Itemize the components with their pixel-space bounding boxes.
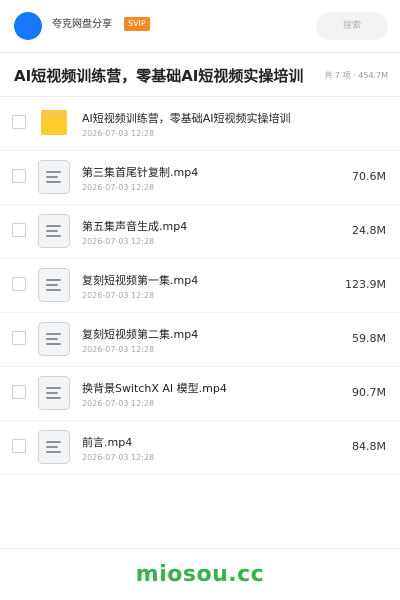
row-checkbox[interactable] — [12, 439, 26, 453]
svip-badge: SVIP — [124, 17, 150, 31]
folder-title-bar: AI短视频训练营，零基础AI短视频实操培训 共 7 项 · 454.7M — [0, 56, 400, 97]
folder-icon — [38, 106, 70, 140]
file-size: 123.9M — [345, 278, 386, 291]
document-icon — [38, 160, 70, 194]
row-checkbox[interactable] — [12, 277, 26, 291]
file-date: 2026-07-03 12:28 — [82, 453, 155, 462]
file-date: 2026-07-03 12:28 — [82, 345, 155, 354]
list-item-file[interactable]: 前言.mp4 2026-07-03 12:28 84.8M — [0, 421, 400, 475]
list-item-file[interactable]: 换背景SwitchX AI 模型.mp4 2026-07-03 12:28 90… — [0, 367, 400, 421]
share-page: 夸克网盘分享 SVIP 搜索 AI短视频训练营，零基础AI短视频实操培训 共 7… — [0, 0, 400, 600]
avatar[interactable] — [14, 12, 42, 40]
list-item-file[interactable]: 复刻短视频第二集.mp4 2026-07-03 12:28 59.8M — [0, 313, 400, 367]
file-name: 第三集首尾针复制.mp4 — [82, 166, 199, 179]
file-list: AI短视频训练营，零基础AI短视频实操培训 2026-07-03 12:28 第… — [0, 97, 400, 475]
row-checkbox[interactable] — [12, 331, 26, 345]
file-name: 复刻短视频第一集.mp4 — [82, 274, 199, 287]
document-icon — [38, 322, 70, 356]
file-name: 换背景SwitchX AI 模型.mp4 — [82, 382, 227, 395]
file-size: 90.7M — [352, 386, 386, 399]
document-icon — [38, 214, 70, 248]
file-name: AI短视频训练营，零基础AI短视频实操培训 — [82, 112, 291, 125]
search-input[interactable]: 搜索 — [316, 12, 388, 40]
list-item-file[interactable]: 第五集声音生成.mp4 2026-07-03 12:28 24.8M — [0, 205, 400, 259]
list-item-folder[interactable]: AI短视频训练营，零基础AI短视频实操培训 2026-07-03 12:28 — [0, 97, 400, 151]
file-date: 2026-07-03 12:28 — [82, 183, 155, 192]
footer: miosou.cc — [0, 548, 400, 600]
page-title: AI短视频训练营，零基础AI短视频实操培训 — [14, 67, 304, 85]
document-icon — [38, 268, 70, 302]
document-icon — [38, 376, 70, 410]
file-size: 84.8M — [352, 440, 386, 453]
row-checkbox[interactable] — [12, 223, 26, 237]
list-item-file[interactable]: 复刻短视频第一集.mp4 2026-07-03 12:28 123.9M — [0, 259, 400, 313]
file-date: 2026-07-03 12:28 — [82, 129, 155, 138]
file-size: 59.8M — [352, 332, 386, 345]
file-date: 2026-07-03 12:28 — [82, 291, 155, 300]
row-checkbox[interactable] — [12, 385, 26, 399]
file-name: 前言.mp4 — [82, 436, 133, 449]
watermark-text: miosou.cc — [135, 562, 265, 587]
folder-meta: 共 7 项 · 454.7M — [324, 71, 388, 80]
file-size: 24.8M — [352, 224, 386, 237]
row-checkbox[interactable] — [12, 169, 26, 183]
row-checkbox[interactable] — [12, 115, 26, 129]
share-header: 夸克网盘分享 SVIP 搜索 — [0, 0, 400, 53]
document-icon — [38, 430, 70, 464]
file-date: 2026-07-03 12:28 — [82, 237, 155, 246]
file-size: 70.6M — [352, 170, 386, 183]
file-date: 2026-07-03 12:28 — [82, 399, 155, 408]
share-owner-name: 夸克网盘分享 — [52, 19, 112, 30]
list-item-file[interactable]: 第三集首尾针复制.mp4 2026-07-03 12:28 70.6M — [0, 151, 400, 205]
file-name: 复刻短视频第二集.mp4 — [82, 328, 199, 341]
file-name: 第五集声音生成.mp4 — [82, 220, 188, 233]
